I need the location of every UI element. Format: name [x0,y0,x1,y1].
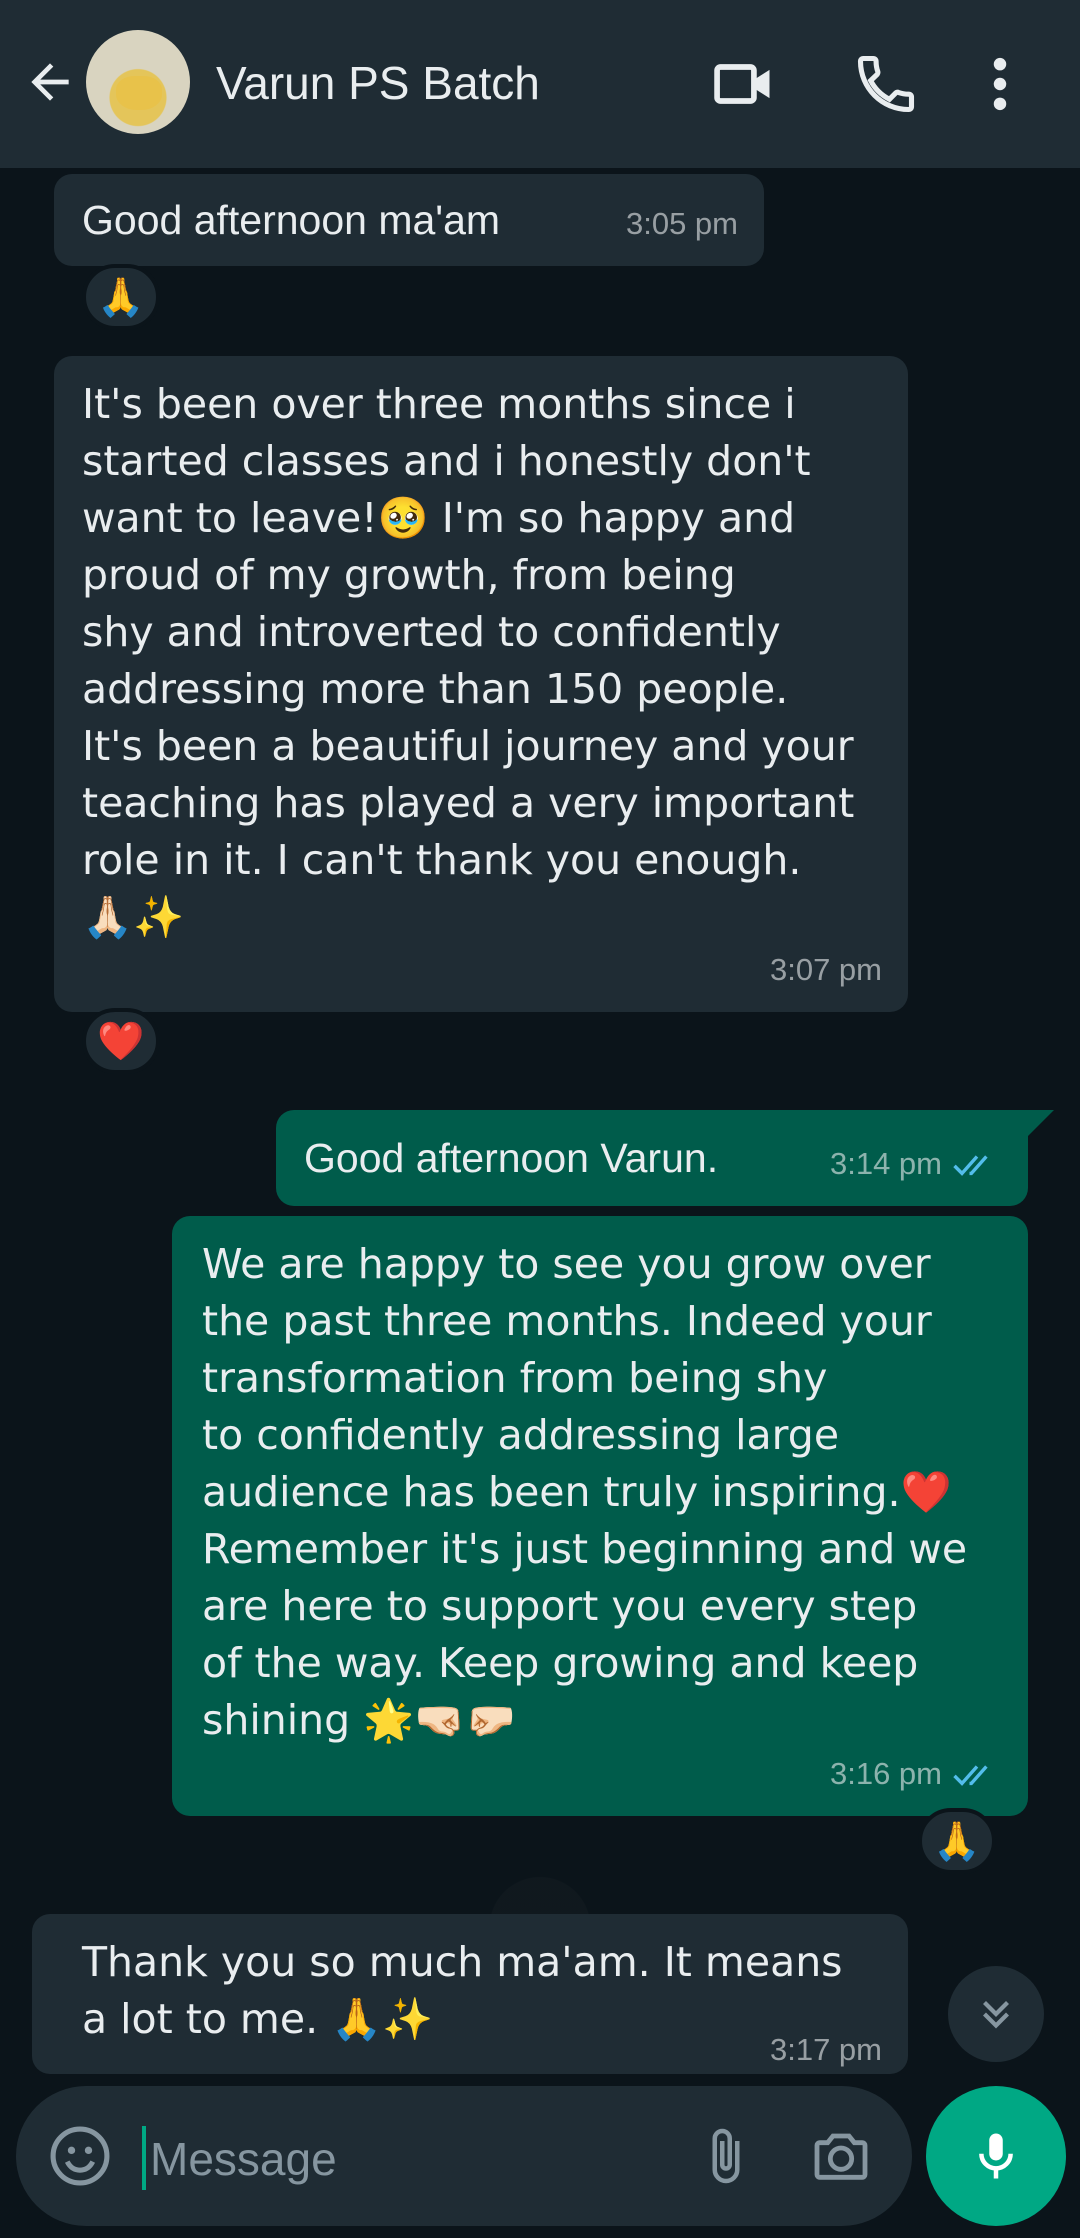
double-chevron-down-icon [983,2001,1009,2029]
message-reaction[interactable]: ❤️ [82,1008,160,1074]
more-options-icon[interactable] [980,50,1020,118]
voice-message-button[interactable] [926,2086,1066,2226]
message-text: It's been over three months since i star… [82,380,855,941]
video-call-icon[interactable] [710,50,778,118]
message-bubble-outgoing[interactable]: Good afternoon Varun. 3:14 pm [276,1110,1028,1206]
message-time: 3:07 pm [769,952,882,987]
message-bubble-outgoing[interactable]: We are happy to see you grow over the pa… [172,1216,1028,1816]
chat-header: Varun PS Batch [0,0,1080,168]
message-bubble-incoming[interactable]: Thank you so much ma'am. It means a lot … [32,1914,908,2074]
message-time: 3:16 pm [830,1745,1002,1802]
message-composer [16,2086,912,2226]
microphone-icon [979,2133,1013,2179]
message-time: 3:14 pm [830,1135,1002,1192]
message-text: We are happy to see you grow over the pa… [202,1240,968,1744]
message-reaction[interactable]: 🙏 [82,264,160,330]
bubble-tail [1028,1110,1054,1136]
message-input[interactable] [150,2124,670,2194]
camera-icon[interactable] [806,2124,876,2188]
read-ticks-icon [953,1764,988,1786]
scroll-to-bottom-button[interactable] [948,1966,1044,2062]
chat-title[interactable]: Varun PS Batch [216,56,540,110]
message-text: Thank you so much ma'am. It means a lot … [82,1938,843,2043]
message-bubble-incoming[interactable]: It's been over three months since i star… [54,356,908,1012]
back-arrow-icon[interactable] [22,54,78,110]
message-bubble-incoming[interactable]: Good afternoon ma'am 3:05 pm [54,174,764,266]
read-ticks-icon [953,1154,988,1176]
avatar[interactable] [86,30,190,134]
text-cursor [142,2126,146,2190]
attach-icon[interactable] [696,2120,756,2192]
emoji-icon[interactable] [46,2122,114,2190]
message-reaction[interactable]: 🙏 [918,1808,996,1874]
voice-call-icon[interactable] [852,50,920,118]
message-time: 3:05 pm [625,206,738,241]
message-time: 3:17 pm [769,2032,882,2067]
